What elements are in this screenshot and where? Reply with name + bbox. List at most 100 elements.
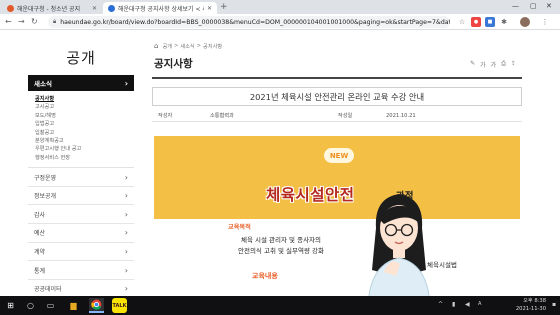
browser-tab-bar: 해운대구청 - 청소년 공지 ✕ 해운대구청 공지사항 상세보기 < 새소식 <… (0, 0, 560, 14)
taskbar-clock[interactable]: 오후 8:38 2021-11-30 (516, 298, 546, 313)
menu-label: 계약 (34, 248, 46, 256)
menu-label: 통계 (34, 267, 46, 275)
profile-avatar[interactable] (520, 17, 530, 27)
title-divider (152, 77, 522, 79)
date-value: 2021.10.21 (386, 112, 416, 119)
home-icon[interactable]: ⌂ (154, 42, 158, 50)
sidebar-menu-item[interactable]: 구정운영 › (28, 168, 134, 187)
ime-indicator[interactable]: A (478, 301, 481, 307)
menu-label: 예산 (34, 230, 46, 238)
submenu-item[interactable]: 분양계획공고 (35, 137, 134, 145)
browser-tab-1[interactable]: 해운대구청 - 청소년 공지 ✕ (2, 2, 102, 14)
address-bar[interactable]: 🔒︎ haeundae.go.kr/board/view.do?boardId=… (48, 16, 450, 28)
sidebar-menu-item[interactable]: 통계 › (28, 261, 134, 280)
chevron-right-icon: › (124, 78, 128, 88)
print-icon[interactable]: ⎙ (501, 60, 506, 69)
woman-illustration-icon (368, 194, 430, 296)
file-explorer-icon[interactable]: ▆ (66, 298, 81, 313)
menu-label: 감사 (34, 211, 46, 219)
chevron-right-icon: › (124, 191, 128, 201)
section-label-content: 교육내용 (252, 272, 278, 280)
tab-title: 해운대구청 - 청소년 공지 (17, 5, 81, 13)
lock-icon: 🔒︎ (53, 18, 57, 25)
bookmark-star-icon[interactable]: ☆ (457, 17, 467, 27)
back-icon[interactable]: ← (5, 16, 12, 28)
date-label: 작성일 (338, 113, 353, 119)
poster-headline: 체육시설안전 (266, 186, 355, 204)
breadcrumb-item[interactable]: 새소식 (180, 43, 194, 50)
forward-icon[interactable]: → (18, 16, 25, 28)
author-label: 작성자 (158, 113, 173, 119)
bookmarks-bar (0, 30, 560, 40)
sidebar-active-menu[interactable]: 새소식 › (28, 75, 134, 91)
submenu-item[interactable]: 보도/해명 (35, 112, 134, 120)
share-icon[interactable]: ✎ (470, 60, 475, 69)
sidebar-submenu: 공지사항 고시공고 보도/해명 입법공고 입찰공고 분양계획공고 우편고시행 안… (28, 91, 134, 169)
submenu-item[interactable]: 입법공고 (35, 120, 134, 128)
section-label-purpose: 교육목적 (228, 224, 251, 231)
submenu-item-notice[interactable]: 공지사항 (35, 95, 134, 103)
close-tab-icon[interactable]: ✕ (92, 5, 97, 12)
extension-icon[interactable]: ● (471, 17, 481, 27)
sidebar-title: 공개 (66, 49, 96, 67)
author-value: 소통협력과 (210, 113, 234, 119)
main-content: ⌂ 공개 > 새소식 > 공지사항 공지사항 ✎ 가 가 ⎙ ⇪ 2021년 체… (144, 40, 530, 296)
chevron-right-icon: › (124, 265, 128, 275)
sidebar: 공개 새소식 › 공지사항 고시공고 보도/해명 입법공고 입찰공고 분양계획공… (28, 40, 134, 299)
taskbar: ⊞ ○ ▭ ▆ TALK ^ ▮ ◀ A 오후 8:38 2021-11-30 … (0, 296, 560, 315)
section-text-purpose-1: 체육 시설 관리자 및 종사자의 (240, 236, 322, 244)
close-tab-icon[interactable]: ✕ (207, 5, 212, 12)
new-tab-icon[interactable]: + (220, 2, 228, 13)
submenu-item[interactable]: 입찰공고 (35, 129, 134, 137)
browser-tab-2[interactable]: 해운대구청 공지사항 상세보기 < 새소식 < 공개 ✕ (103, 2, 217, 14)
network-icon[interactable]: ▮ (452, 301, 455, 308)
clock-time: 오후 8:38 (523, 298, 546, 304)
puzzle-icon[interactable]: ✱ (499, 17, 509, 27)
breadcrumb-item[interactable]: 공지사항 (203, 43, 222, 50)
url-text: haeundae.go.kr/board/view.do?boardId=BBS… (60, 18, 450, 26)
search-icon[interactable]: ○ (23, 298, 38, 313)
post-title-box: 2021년 체육시설 안전관리 온라인 교육 수강 안내 (152, 87, 522, 106)
submenu-item[interactable]: 고시공고 (35, 103, 134, 111)
menu-label: 구정운영 (34, 174, 57, 182)
sidebar-menu-item[interactable]: 계약 › (28, 243, 134, 262)
chevron-right-icon: › (124, 209, 128, 219)
notification-icon[interactable]: ▪ (552, 301, 556, 308)
maximize-icon[interactable]: ▢ (530, 1, 537, 12)
notice-poster-image: NEW 체육시설안전 과정 교육목적 체육 시설 관리자 및 종사자의 안전의식… (154, 136, 520, 296)
minimize-icon[interactable]: — (512, 1, 519, 12)
reload-icon[interactable]: ↻ (31, 16, 38, 28)
page-tools: ✎ 가 가 ⎙ ⇪ (470, 60, 516, 69)
post-title: 2021년 체육시설 안전관리 온라인 교육 수강 안내 (249, 91, 425, 102)
sidebar-menu-item[interactable]: 정보공개 › (28, 187, 134, 206)
new-badge: NEW (324, 148, 354, 163)
breadcrumb: ⌂ 공개 > 새소식 > 공지사항 (154, 42, 223, 50)
menu-dots-icon[interactable]: ⋮ (540, 17, 550, 27)
chevron-right-icon: › (124, 284, 128, 294)
chevron-up-icon[interactable]: ^ (438, 301, 443, 308)
windows-start-icon[interactable]: ⊞ (3, 298, 18, 313)
extension-icon[interactable]: ■ (485, 17, 495, 27)
sidebar-active-label: 새소식 (34, 80, 52, 88)
submenu-item[interactable]: 행정서비스 헌장 (35, 154, 134, 162)
kakaotalk-icon[interactable]: TALK (112, 298, 127, 313)
close-window-icon[interactable]: ✕ (546, 1, 552, 12)
breadcrumb-item[interactable]: 공개 (162, 43, 172, 50)
sidebar-menu-item[interactable]: 예산 › (28, 224, 134, 243)
page-title: 공지사항 (154, 58, 193, 70)
volume-icon[interactable]: ◀ (465, 301, 470, 308)
font-size-up-button[interactable]: 가 (491, 60, 497, 69)
chrome-icon[interactable] (89, 298, 104, 313)
site-favicon-icon (7, 4, 14, 12)
submenu-item[interactable]: 우편고시행 안내 공고 (35, 145, 134, 153)
sns-share-icon[interactable]: ⇪ (511, 60, 516, 69)
chevron-right-icon: › (124, 246, 128, 256)
browser-toolbar: ← → ↻ 🔒︎ haeundae.go.kr/board/view.do?bo… (0, 14, 560, 30)
font-size-down-button[interactable]: 가 (480, 60, 486, 69)
menu-label: 공공데이터 (34, 286, 62, 294)
tab-title: 해운대구청 공지사항 상세보기 < 새소식 < 공개 (118, 5, 204, 13)
poster-info-panel: 교육목적 체육 시설 관리자 및 종사자의 안전의식 고취 및 실무역량 강화 … (154, 219, 520, 296)
sidebar-menu-item[interactable]: 감사 › (28, 205, 134, 225)
task-view-icon[interactable]: ▭ (43, 298, 58, 313)
chevron-right-icon: › (124, 172, 128, 182)
